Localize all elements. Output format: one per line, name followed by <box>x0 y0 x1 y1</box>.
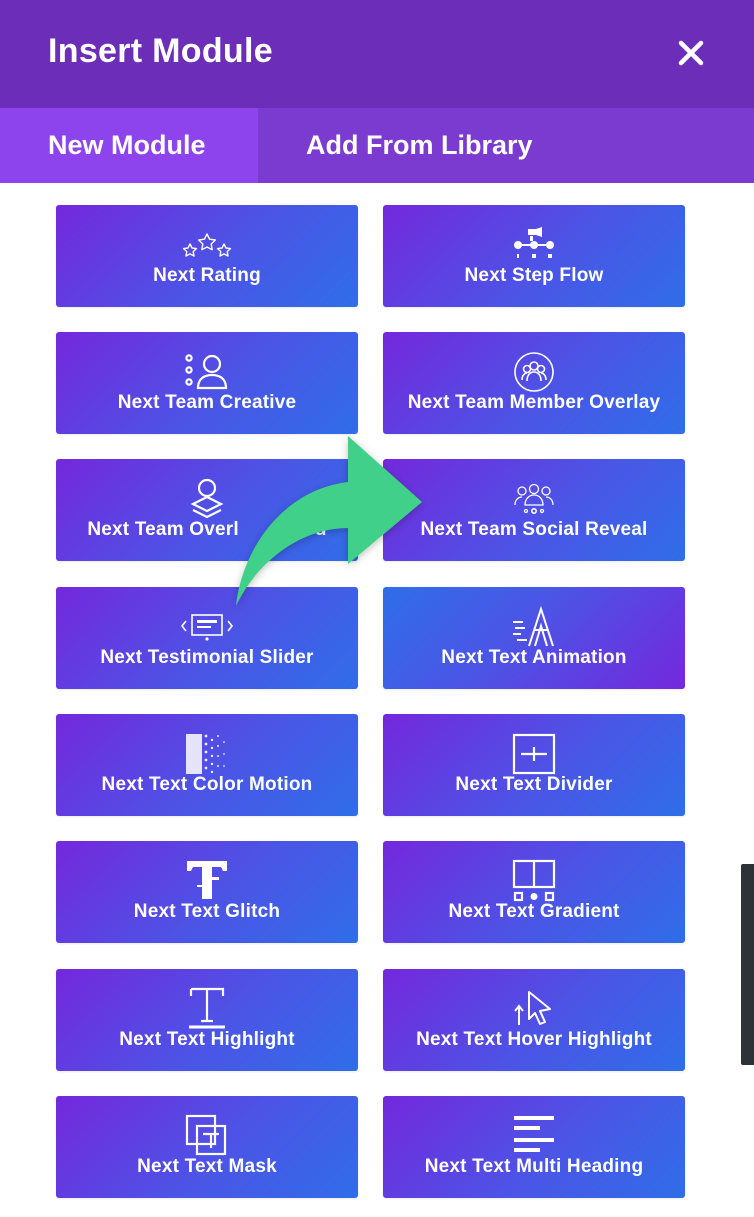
modal-header: Insert Module <box>0 0 754 108</box>
module-label: Next Text Mask <box>137 1156 277 1177</box>
module-next-text-highlight[interactable]: Next Text Highlight <box>56 969 358 1071</box>
step-flow-icon <box>383 223 685 267</box>
module-next-team-creative[interactable]: Next Team Creative <box>56 332 358 434</box>
module-label: Next Testimonial Slider <box>100 647 314 668</box>
module-next-text-gradient[interactable]: Next Text Gradient <box>383 841 685 943</box>
module-next-text-mask[interactable]: Next Text Mask <box>56 1096 358 1198</box>
module-label: Next Rating <box>153 265 261 286</box>
module-label: Next Text Glitch <box>133 901 281 922</box>
module-next-text-color-motion[interactable]: Next Text Color Motion <box>56 714 358 816</box>
module-grid: Next Rating Next Step Flow Next Team Cre… <box>0 183 754 1217</box>
module-label: Next Text Multi Heading <box>424 1156 644 1177</box>
scrollbar-handle[interactable] <box>741 864 754 1065</box>
module-label: Next Text Highlight <box>119 1029 295 1050</box>
module-next-team-overlay-card[interactable]: Next Team Overl d <box>56 459 358 561</box>
text-hover-highlight-icon <box>383 987 685 1031</box>
module-next-text-divider[interactable]: Next Text Divider <box>383 714 685 816</box>
team-social-reveal-icon <box>383 477 685 521</box>
text-highlight-icon <box>56 987 358 1031</box>
module-next-text-glitch[interactable]: Next Text Glitch <box>56 841 358 943</box>
module-next-text-hover-highlight[interactable]: Next Text Hover Highlight <box>383 969 685 1071</box>
text-color-motion-icon <box>56 732 358 776</box>
team-member-overlay-icon <box>383 350 685 394</box>
text-animation-icon <box>383 605 685 649</box>
text-mask-icon <box>56 1114 358 1158</box>
module-next-text-animation[interactable]: Next Text Animation <box>383 587 685 689</box>
module-label: Next Team Member Overlay <box>407 392 661 413</box>
module-next-rating[interactable]: Next Rating <box>56 205 358 307</box>
tab-new-module[interactable]: New Module <box>0 108 258 183</box>
module-label: Next Text Divider <box>455 774 613 795</box>
module-label: Next Text Animation <box>441 647 627 668</box>
text-gradient-icon <box>383 859 685 903</box>
module-next-testimonial-slider[interactable]: Next Testimonial Slider <box>56 587 358 689</box>
module-label: Next Text Color Motion <box>101 774 313 795</box>
module-next-team-member-overlay[interactable]: Next Team Member Overlay <box>383 332 685 434</box>
module-label: Next Text Hover Highlight <box>416 1029 652 1050</box>
rating-stars-icon <box>56 223 358 267</box>
text-divider-icon <box>383 732 685 776</box>
testimonial-slider-icon <box>56 605 358 649</box>
module-next-team-social-reveal[interactable]: Next Team Social Reveal <box>383 459 685 561</box>
module-next-step-flow[interactable]: Next Step Flow <box>383 205 685 307</box>
team-overlay-card-icon <box>56 477 358 521</box>
module-label: Next Step Flow <box>464 265 604 286</box>
team-creative-icon <box>56 350 358 394</box>
modal-title: Insert Module <box>48 32 273 70</box>
module-label: Next Team Social Reveal <box>420 519 648 540</box>
tab-bar: New Module Add From Library <box>0 108 754 183</box>
module-label: Next Team Overl d <box>87 519 327 540</box>
module-label: Next Text Gradient <box>448 901 620 922</box>
module-label: Next Team Creative <box>117 392 297 413</box>
module-next-text-multi-heading[interactable]: Next Text Multi Heading <box>383 1096 685 1198</box>
text-multi-heading-icon <box>383 1114 685 1158</box>
tab-add-from-library[interactable]: Add From Library <box>306 108 533 183</box>
text-glitch-icon <box>56 859 358 903</box>
close-icon[interactable] <box>672 34 710 72</box>
